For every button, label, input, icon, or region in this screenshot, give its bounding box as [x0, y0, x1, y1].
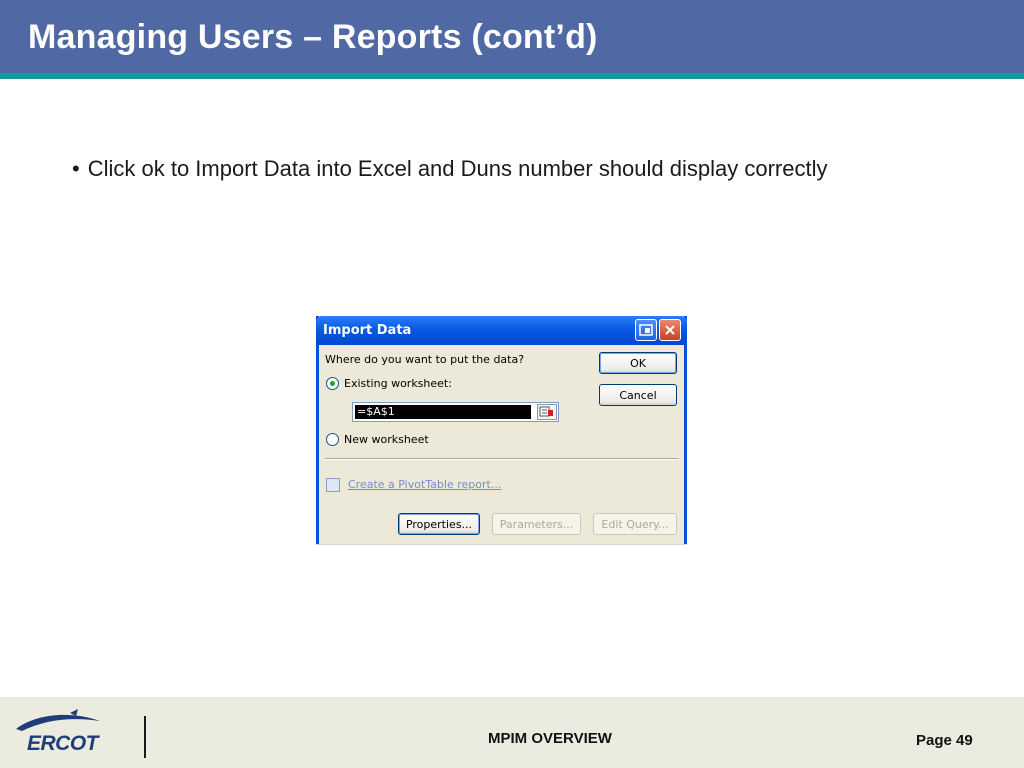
cancel-button[interactable]: Cancel — [599, 384, 677, 406]
title-divider-rule — [0, 73, 1024, 79]
dialog-separator — [325, 458, 679, 460]
ercot-logo: ERCOT — [12, 707, 104, 755]
window-restore-button[interactable] — [635, 319, 657, 341]
existing-worksheet-radio[interactable] — [326, 377, 339, 390]
collapse-dialog-button[interactable] — [537, 404, 557, 420]
window-restore-icon — [639, 324, 653, 336]
import-data-dialog: Import Data Where do you want to put the… — [316, 316, 687, 547]
dialog-body: Where do you want to put the data? Exist… — [319, 345, 684, 544]
cell-reference-input[interactable]: =$A$1 — [352, 402, 559, 422]
ok-button[interactable]: OK — [599, 352, 677, 374]
bullet-dot-icon: • — [72, 156, 80, 181]
page-number: Page 49 — [916, 732, 973, 749]
dialog-title: Import Data — [323, 323, 412, 338]
slide-title: Managing Users – Reports (cont’d) — [28, 18, 598, 56]
close-icon — [665, 325, 675, 335]
properties-button[interactable]: Properties... — [398, 513, 480, 535]
parameters-button: Parameters... — [492, 513, 581, 535]
cell-reference-value: =$A$1 — [355, 405, 531, 419]
worksheet-grid-strip — [316, 544, 687, 549]
bullet-text: Click ok to Import Data into Excel and D… — [87, 156, 828, 181]
footer-divider — [144, 716, 146, 758]
slide-footer: ERCOT MPIM OVERVIEW Page 49 — [0, 697, 1024, 768]
new-worksheet-label[interactable]: New worksheet — [344, 433, 429, 446]
pivot-table-icon — [326, 478, 340, 492]
edit-query-button: Edit Query... — [593, 513, 677, 535]
destination-question-label: Where do you want to put the data? — [325, 353, 525, 366]
bullet-item: • Click ok to Import Data into Excel and … — [72, 156, 827, 182]
slide-title-bar: Managing Users – Reports (cont’d) — [0, 0, 1024, 73]
footer-title: MPIM OVERVIEW — [488, 730, 612, 747]
existing-worksheet-label[interactable]: Existing worksheet: — [344, 377, 452, 390]
dialog-titlebar[interactable]: Import Data — [316, 316, 687, 345]
range-select-icon — [539, 406, 553, 417]
new-worksheet-radio[interactable] — [326, 433, 339, 446]
ercot-logo-text: ERCOT — [27, 732, 99, 755]
create-pivot-table-link: Create a PivotTable report... — [348, 478, 502, 491]
close-button[interactable] — [659, 319, 681, 341]
